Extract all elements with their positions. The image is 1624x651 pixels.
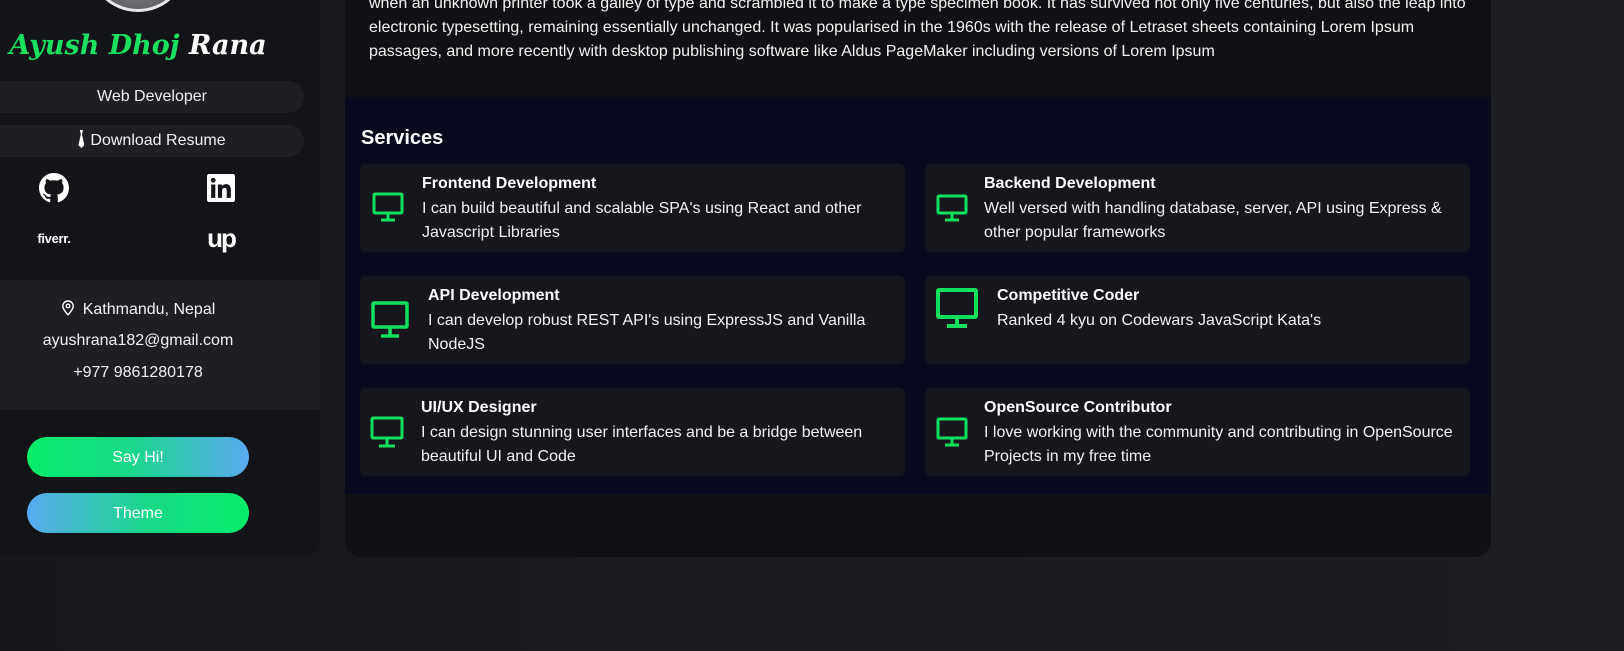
services-heading: Services xyxy=(361,127,444,149)
service-card-opensource: OpenSource Contributor I love working wi… xyxy=(925,388,1470,476)
service-desc: Ranked 4 kyu on Codewars JavaScript Kata… xyxy=(997,312,1322,329)
service-title: Backend Development xyxy=(984,175,1156,192)
location-text: Kathmandu, Nepal xyxy=(82,301,216,318)
email-text[interactable]: ayushrana182@gmail.com xyxy=(0,332,276,350)
monitor-icon xyxy=(936,194,968,222)
service-desc: I can develop robust REST API's using Ex… xyxy=(428,312,866,353)
monitor-icon xyxy=(936,288,978,328)
monitor-icon xyxy=(371,301,409,338)
service-desc: Well versed with handling database, serv… xyxy=(984,200,1442,241)
monitor-icon xyxy=(372,192,404,222)
social-links: fiverr. Up xyxy=(0,170,320,270)
monitor-icon xyxy=(936,417,968,447)
service-title: Frontend Development xyxy=(422,175,597,192)
theme-button[interactable]: Theme xyxy=(27,493,249,533)
github-icon xyxy=(39,173,69,203)
location-pin-icon xyxy=(61,300,74,316)
linkedin-link[interactable] xyxy=(201,170,241,206)
fiverr-link[interactable]: fiverr. xyxy=(34,220,74,256)
service-card-backend: Backend Development Well versed with han… xyxy=(925,164,1470,252)
download-resume-button[interactable]: Download Resume xyxy=(0,125,304,157)
contact-info: Kathmandu, Nepal ayushrana182@gmail.com … xyxy=(0,280,320,410)
phone-text[interactable]: +977 9861280178 xyxy=(0,364,276,382)
service-desc: I can build beautiful and scalable SPA's… xyxy=(422,200,862,241)
profile-sidebar: Ayush Dhoj Rana Web Developer Download R… xyxy=(0,0,320,557)
service-desc: I love working with the community and co… xyxy=(984,424,1453,465)
service-desc: I can design stunning user interfaces an… xyxy=(421,424,863,465)
about-text: when an unknown printer took a galley of… xyxy=(369,0,1466,60)
download-resume-label: Download Resume xyxy=(90,132,226,149)
first-name: Ayush Dhoj xyxy=(9,30,180,61)
github-link[interactable] xyxy=(34,170,74,206)
last-name: Rana xyxy=(188,30,267,61)
fiverr-logo: fiverr. xyxy=(37,230,71,246)
say-hi-button[interactable]: Say Hi! xyxy=(27,437,249,477)
tie-icon xyxy=(78,130,85,148)
service-card-uiux: UI/UX Designer I can design stunning use… xyxy=(360,388,905,476)
service-title: API Development xyxy=(428,287,560,304)
upwork-logo: Up xyxy=(207,222,237,253)
avatar xyxy=(88,0,188,12)
service-title: Competitive Coder xyxy=(997,287,1140,304)
service-title: UI/UX Designer xyxy=(421,399,537,416)
main-panel: when an unknown printer took a galley of… xyxy=(345,0,1491,557)
location-line: Kathmandu, Nepal xyxy=(0,300,276,319)
upwork-link[interactable]: Up xyxy=(201,220,241,256)
service-title: OpenSource Contributor xyxy=(984,399,1172,416)
service-card-frontend: Frontend Development I can build beautif… xyxy=(360,164,905,252)
linkedin-icon xyxy=(207,174,235,202)
role-badge: Web Developer xyxy=(0,81,304,113)
monitor-icon xyxy=(370,416,404,448)
services-section: Services Frontend Development I can buil… xyxy=(345,97,1491,494)
service-card-competitive: Competitive Coder Ranked 4 kyu on Codewa… xyxy=(925,276,1470,364)
profile-name: Ayush Dhoj Rana xyxy=(0,30,276,61)
service-card-api: API Development I can develop robust RES… xyxy=(360,276,905,364)
